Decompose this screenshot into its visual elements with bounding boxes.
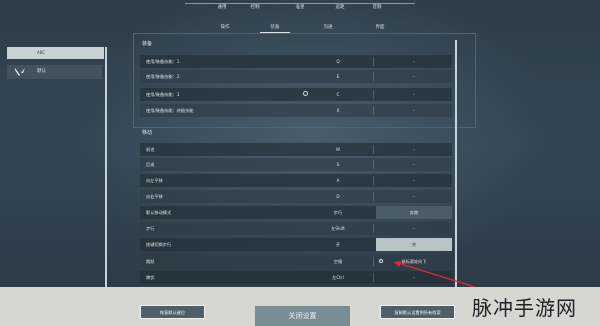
divider xyxy=(373,273,374,282)
keybind-row[interactable]: 向左平移 A - xyxy=(140,174,452,187)
primary-key[interactable]: W xyxy=(328,143,348,156)
subtab-communication[interactable]: 沟通 xyxy=(308,24,348,30)
divider xyxy=(373,160,374,169)
mode-option-walk[interactable]: 步行 xyxy=(328,206,348,219)
keybind-row[interactable]: 步行 左Shift - xyxy=(140,222,452,235)
divider xyxy=(373,176,374,185)
close-settings-button[interactable]: 关闭设置 xyxy=(255,306,350,326)
primary-key[interactable]: 左Ctrl xyxy=(328,271,348,284)
valorant-logo-icon xyxy=(15,68,25,76)
subtab-interface[interactable]: 界面 xyxy=(360,24,400,30)
keybind-label: 跳跃 xyxy=(146,259,155,264)
primary-key[interactable]: D xyxy=(328,190,348,203)
copy-to-all-profiles-button[interactable]: 复制默认设置到所有档案 xyxy=(380,305,455,319)
profile-selected[interactable]: ABC xyxy=(7,47,104,59)
secondary-key[interactable]: - xyxy=(376,143,452,156)
keybind-row[interactable]: 默认移动模式 步行 奔跑 xyxy=(140,206,452,219)
tab-audio[interactable]: 音频 xyxy=(357,4,397,10)
tab-controls[interactable]: 控制 xyxy=(235,4,275,10)
profile-panel: ABC 默认 xyxy=(0,47,107,302)
keybind-label: 向左平移 xyxy=(146,178,163,183)
watermark-text: 脉冲手游网 xyxy=(472,296,577,320)
tab-crosshair[interactable]: 准星 xyxy=(280,4,320,10)
subtab-equipment[interactable]: 装备 xyxy=(255,24,295,30)
secondary-key[interactable]: - xyxy=(376,174,452,187)
primary-key[interactable]: A xyxy=(328,174,348,187)
keybind-row[interactable]: 向右平移 D - xyxy=(140,190,452,203)
mode-option-run[interactable]: 奔跑 xyxy=(376,206,452,219)
annotation-arrow-icon xyxy=(394,261,476,288)
profile-item-default[interactable]: 默认 xyxy=(7,65,102,79)
top-nav: 通用 控制 准星 远距 音频 xyxy=(185,0,415,14)
left-panel-scrollbar[interactable] xyxy=(105,47,107,302)
highlight-annotation-box xyxy=(133,33,476,128)
primary-key[interactable]: 左Shift xyxy=(328,222,348,235)
primary-key[interactable]: 空格 xyxy=(328,255,348,268)
section-title-movement: 移动 xyxy=(142,130,153,136)
divider xyxy=(373,192,374,201)
keybind-row[interactable]: 前进 W - xyxy=(140,143,452,156)
primary-key[interactable]: S xyxy=(328,158,348,171)
subtab-actions[interactable]: 操作 xyxy=(205,24,245,30)
keybind-label: 向右平移 xyxy=(146,194,163,199)
secondary-key[interactable]: - xyxy=(376,158,452,171)
divider xyxy=(373,224,374,233)
keybind-label: 步行 xyxy=(146,226,155,231)
reset-defaults-button[interactable]: 恢复默认键位 xyxy=(140,305,205,319)
tab-distance[interactable]: 远距 xyxy=(320,4,360,10)
keybind-label: 后退 xyxy=(146,162,155,167)
keybind-label: 默认移动模式 xyxy=(146,210,172,215)
toggle-on-option[interactable]: 开 xyxy=(328,238,348,251)
profile-item-label: 默认 xyxy=(37,69,46,74)
divider xyxy=(373,145,374,154)
keybind-label: 按键切换步行 xyxy=(146,242,172,247)
secondary-key[interactable]: - xyxy=(376,222,452,235)
keybind-label: 蹲伏 xyxy=(146,275,155,280)
keybind-label: 前进 xyxy=(146,147,155,152)
divider xyxy=(373,257,374,266)
secondary-key[interactable]: - xyxy=(376,190,452,203)
keybind-row[interactable]: 后退 S - xyxy=(140,158,452,171)
